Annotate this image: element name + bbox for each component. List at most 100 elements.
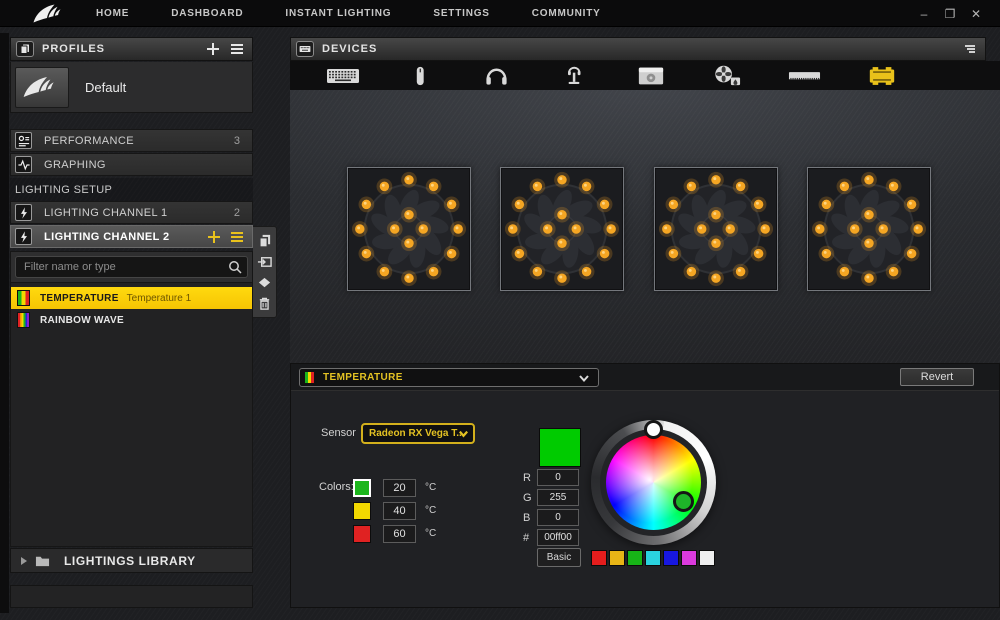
sidebar-item-label: GRAPHING	[44, 159, 106, 171]
device-keyboard-icon[interactable]	[304, 61, 381, 90]
color-preview-swatch	[539, 428, 581, 467]
stop-temp-input[interactable]	[383, 502, 416, 520]
sidebar-item-performance[interactable]: PERFORMANCE 3	[10, 129, 253, 152]
sidebar-section-lighting-setup: LIGHTING SETUP	[10, 178, 253, 201]
lightings-library[interactable]: LIGHTINGS LIBRARY	[10, 548, 253, 573]
palette-swatch[interactable]	[627, 550, 643, 566]
performance-icon	[15, 132, 32, 149]
effect-item-temperature[interactable]: TEMPERATURE Temperature 1	[11, 287, 252, 309]
hex-row: #	[523, 529, 579, 546]
effect-type-dropdown[interactable]: TEMPERATURE	[299, 368, 599, 387]
color-stop-row-3: °C	[353, 524, 436, 543]
effect-item-rainbow-wave[interactable]: RAINBOW WAVE	[11, 309, 252, 331]
profiles-title: PROFILES	[42, 43, 105, 55]
rgb-row-g: G	[523, 489, 579, 506]
palette-swatch[interactable]	[609, 550, 625, 566]
chevron-down-icon	[458, 428, 469, 439]
main-nav: HOME DASHBOARD INSTANT LIGHTING SETTINGS COM…	[96, 0, 601, 27]
rgb-row-r: R	[523, 469, 579, 486]
palette-swatch[interactable]	[663, 550, 679, 566]
sidebar-item-lighting-channel-1[interactable]: LIGHTING CHANNEL 1 2	[10, 201, 253, 224]
sensor-value: Radeon RX Vega T...	[369, 428, 465, 439]
effect-settings-panel: TEMPERATURE Revert Sensor Radeon RX Vega…	[290, 363, 1000, 608]
sensor-dropdown[interactable]: Radeon RX Vega T...	[361, 423, 475, 444]
trash-icon[interactable]	[257, 296, 272, 311]
stop-color-swatch[interactable]	[353, 479, 371, 497]
palette-swatch[interactable]	[591, 550, 607, 566]
device-cooler-icon[interactable]	[689, 61, 766, 90]
color-selector-knob[interactable]	[673, 491, 694, 512]
palette-swatch[interactable]	[645, 550, 661, 566]
nav-community[interactable]: COMMUNITY	[532, 8, 601, 19]
fan-device-4[interactable]	[807, 167, 931, 291]
b-input[interactable]	[537, 509, 579, 526]
stop-color-swatch[interactable]	[353, 525, 371, 543]
color-stop-row-1: °C	[353, 478, 436, 497]
maximize-button[interactable]: ❐	[944, 8, 956, 20]
effects-list: TEMPERATURE Temperature 1 RAINBOW WAVE	[10, 283, 253, 547]
fan-device-1[interactable]	[347, 167, 471, 291]
rainbow-stripes-icon	[17, 312, 30, 328]
item-count-badge: 2	[234, 207, 240, 219]
profiles-menu-icon[interactable]	[230, 42, 244, 56]
palette-swatch[interactable]	[681, 550, 697, 566]
search-icon	[228, 260, 242, 274]
palette-swatch[interactable]	[699, 550, 715, 566]
add-profile-icon[interactable]	[206, 42, 220, 56]
filter-input[interactable]	[15, 256, 248, 278]
copy-icon[interactable]	[257, 233, 272, 248]
diamond-icon[interactable]	[257, 275, 272, 290]
stop-color-swatch[interactable]	[353, 502, 371, 520]
palette-swatches	[591, 550, 715, 566]
device-ram-icon[interactable]	[766, 61, 843, 90]
profile-default[interactable]: Default	[10, 62, 253, 113]
hex-label: #	[523, 532, 537, 544]
hue-knob[interactable]	[644, 420, 663, 439]
minimize-button[interactable]: –	[918, 8, 930, 20]
stop-temp-input[interactable]	[383, 479, 416, 497]
palette-mode-button[interactable]: Basic	[537, 548, 581, 567]
sidebar-item-graphing[interactable]: GRAPHING	[10, 153, 253, 176]
device-headset-icon[interactable]	[458, 61, 535, 90]
hex-input[interactable]	[537, 529, 579, 546]
temp-unit-label: °C	[425, 528, 436, 539]
fan-device-3[interactable]	[654, 167, 778, 291]
nav-instant-lighting[interactable]: INSTANT LIGHTING	[285, 8, 391, 19]
sidebar-item-label: LIGHTING CHANNEL 2	[44, 231, 170, 243]
add-lighting-icon[interactable]	[207, 230, 221, 244]
saturation-disc[interactable]	[606, 435, 701, 530]
device-mouse-icon[interactable]	[381, 61, 458, 90]
lighting-menu-icon[interactable]	[230, 230, 244, 244]
lighting-canvas	[290, 90, 1000, 363]
g-input[interactable]	[537, 489, 579, 506]
section-label-text: LIGHTING SETUP	[15, 184, 112, 196]
temp-unit-label: °C	[425, 482, 436, 493]
sidebar-item-label: LIGHTING CHANNEL 1	[44, 207, 168, 219]
colors-label: Colors:	[319, 481, 354, 493]
device-headset-stand-icon[interactable]	[535, 61, 612, 90]
window-controls: – ❐ ✕	[918, 0, 982, 27]
stop-temp-input[interactable]	[383, 525, 416, 543]
devices-sort-icon[interactable]	[963, 42, 977, 56]
device-lighting-node-icon[interactable]	[843, 61, 920, 90]
revert-button[interactable]: Revert	[900, 368, 974, 386]
corsair-logo-icon[interactable]	[30, 3, 70, 24]
effect-type: RAINBOW WAVE	[40, 315, 124, 326]
chevron-down-icon	[578, 372, 590, 384]
nav-dashboard[interactable]: DASHBOARD	[171, 8, 243, 19]
effect-type: TEMPERATURE	[40, 293, 119, 304]
nav-home[interactable]: HOME	[96, 8, 129, 19]
effect-panel-header: TEMPERATURE Revert	[291, 364, 999, 391]
r-input[interactable]	[537, 469, 579, 486]
fan-device-2[interactable]	[500, 167, 624, 291]
library-label: LIGHTINGS LIBRARY	[64, 554, 196, 568]
g-label: G	[523, 492, 537, 504]
sidebar-item-lighting-channel-2[interactable]: LIGHTING CHANNEL 2	[10, 225, 253, 248]
icue-window: HOME DASHBOARD INSTANT LIGHTING SETTINGS COM…	[0, 0, 1000, 620]
devices-title: DEVICES	[322, 43, 377, 55]
nav-settings[interactable]: SETTINGS	[433, 8, 489, 19]
device-psu-icon[interactable]	[612, 61, 689, 90]
bolt-icon	[15, 204, 32, 221]
import-icon[interactable]	[257, 254, 272, 269]
close-button[interactable]: ✕	[970, 8, 982, 20]
